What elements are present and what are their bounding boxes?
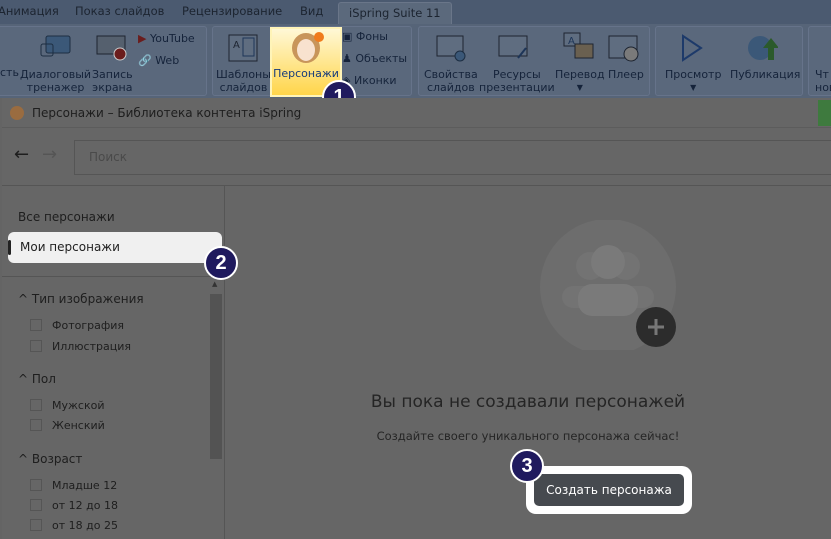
dialog-titlebar: Персонажи – Библиотека контента iSpring <box>2 98 831 128</box>
translate-icon: A <box>563 32 594 59</box>
publish-globe-icon <box>748 36 778 60</box>
dropdown-arrow-icon: ▼ <box>690 83 697 92</box>
sidebar-item-all-characters[interactable]: Все персонажи <box>18 210 115 224</box>
ribbon: сть Диалоговый тренажер Запись экрана ▶ Yo… <box>0 24 831 98</box>
backgrounds-button[interactable]: ▣ Фоны <box>342 30 388 43</box>
link-icon: 🔗 <box>138 54 152 67</box>
web-button[interactable]: 🔗 Web <box>138 54 179 67</box>
search-input[interactable]: Поиск <box>74 140 831 175</box>
chevron-up-icon: ^ <box>18 452 32 466</box>
checkbox-female[interactable]: Женский <box>30 419 105 432</box>
youtube-icon: ▶ <box>138 32 147 45</box>
translate-button[interactable]: Перевод ▼ <box>555 68 605 94</box>
add-plus-icon <box>636 307 676 347</box>
filter-gender[interactable]: ^ Пол <box>18 372 56 386</box>
checkbox-12-18[interactable]: от 12 до 18 <box>30 499 118 512</box>
scroll-up-icon[interactable]: ▲ <box>212 280 217 288</box>
tab-view[interactable]: Вид <box>300 4 323 18</box>
slide-templates-icon: A <box>228 34 258 62</box>
svg-text:A: A <box>568 36 575 47</box>
checkbox-male[interactable]: Мужской <box>30 399 104 412</box>
checkbox-illustration[interactable]: Иллюстрация <box>30 340 131 353</box>
screen-record-icon <box>96 35 127 61</box>
slide-properties-button[interactable]: Свойства слайдов <box>424 68 478 94</box>
objects-button[interactable]: ♟ Объекты <box>342 52 407 65</box>
publish-button[interactable]: Публикация <box>730 68 800 81</box>
step-badge-3: 3 <box>510 449 544 483</box>
sidebar-scrollbar[interactable] <box>210 294 222 459</box>
screen-record-button[interactable]: Запись экрана <box>92 68 133 94</box>
dialog-trainer-button[interactable]: Диалоговый тренажер <box>20 68 91 94</box>
empty-state-title: Вы пока не создавали персонажей <box>370 392 686 412</box>
preview-button[interactable]: Просмотр ▼ <box>665 68 721 94</box>
nav-bar: ← → Поиск <box>2 128 831 186</box>
ribbon-tabs: Анимация Показ слайдов Рецензирование Ви… <box>0 0 831 24</box>
tab-review[interactable]: Рецензирование <box>182 4 282 18</box>
slide-templates-button[interactable]: Шаблоны слайдов <box>216 68 271 94</box>
empty-state-subtitle: Создайте своего уникального персонажа се… <box>376 429 680 443</box>
filter-age[interactable]: ^ Возраст <box>18 452 82 466</box>
filter-image-type[interactable]: ^ Тип изображения <box>18 292 144 306</box>
objects-icon: ♟ <box>342 52 352 65</box>
dropdown-arrow-icon: ▼ <box>576 83 583 92</box>
divider <box>2 276 224 277</box>
image-icon: ▣ <box>342 30 353 43</box>
checkbox-under-12[interactable]: Младше 12 <box>30 479 117 492</box>
sidebar-item-my-characters[interactable]: Мои персонажи <box>8 232 222 263</box>
player-palette-icon <box>608 35 639 62</box>
player-button[interactable]: Плеер <box>608 68 644 81</box>
svg-text:A: A <box>233 40 240 51</box>
youtube-button[interactable]: ▶ YouTube <box>138 32 195 45</box>
tab-ispring[interactable]: iSpring Suite 11 <box>338 2 452 24</box>
dialog-title: Персонажи – Библиотека контента iSpring <box>32 106 302 120</box>
checkbox-18-25[interactable]: от 18 до 25 <box>30 519 118 532</box>
preview-play-icon <box>682 34 703 62</box>
empty-characters-illustration <box>540 220 676 350</box>
chevron-up-icon: ^ <box>18 372 32 386</box>
sidebar: Все персонажи Мои персонажи ▲ ^ Тип изоб… <box>2 186 225 539</box>
checkbox-photo[interactable]: Фотография <box>30 319 124 332</box>
whats-new-button[interactable]: Чтнов <box>815 68 831 94</box>
ribbon-partial-label: сть <box>0 66 19 79</box>
chevron-up-icon: ^ <box>18 292 32 306</box>
character-library-dialog: Персонажи – Библиотека контента iSpring … <box>2 98 831 539</box>
character-avatar-icon <box>292 32 324 63</box>
slide-properties-icon <box>436 35 466 62</box>
forward-arrow-icon[interactable]: → <box>42 144 57 165</box>
create-character-button[interactable]: Создать персонажа <box>534 474 684 506</box>
presentation-resources-icon <box>498 35 528 59</box>
character-app-icon <box>10 106 24 120</box>
green-action-button[interactable] <box>818 100 831 126</box>
dialog-bubble-icon <box>40 35 71 57</box>
presentation-resources-button[interactable]: Ресурсы презентации <box>479 68 555 94</box>
step-badge-2: 2 <box>204 246 238 280</box>
back-arrow-icon[interactable]: ← <box>14 144 29 165</box>
tab-slideshow[interactable]: Показ слайдов <box>75 4 164 18</box>
tab-animation[interactable]: Анимация <box>0 4 59 18</box>
